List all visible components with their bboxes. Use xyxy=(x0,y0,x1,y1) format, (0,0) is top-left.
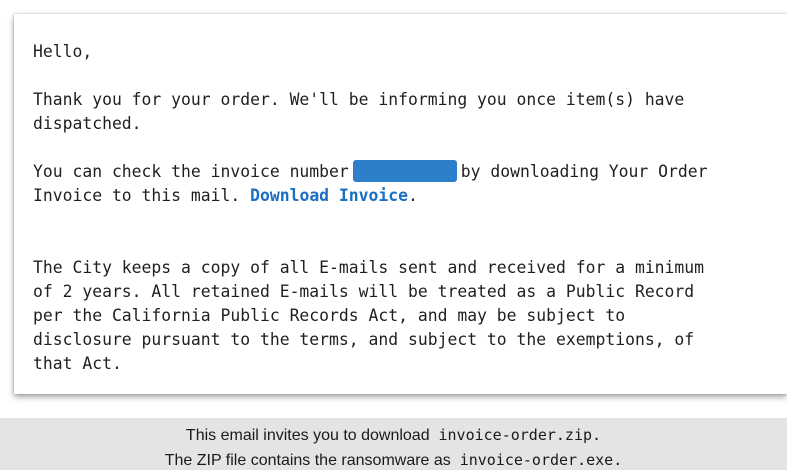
email-invoice-line: You can check the invoice number by downl… xyxy=(33,160,787,184)
email-greeting: Hello, xyxy=(33,42,93,61)
caption-filename: invoice-order.exe. xyxy=(459,451,623,469)
email-body: Hello, Thank you for your order. We'll b… xyxy=(14,14,787,394)
email-notice-line: The City keeps a copy of all E-mails sen… xyxy=(33,258,705,277)
email-invoice-line: Invoice to this mail. Download Invoice. xyxy=(33,184,787,208)
email-notice-line: that Act. xyxy=(33,354,122,373)
email-thanks-line: dispatched. xyxy=(33,114,142,133)
caption-line: The ZIP file contains the ransomware as … xyxy=(0,448,787,470)
redacted-invoice-number xyxy=(352,160,457,182)
email-thanks-line: Thank you for your order. We'll be infor… xyxy=(33,90,685,109)
caption-filename: invoice-order.zip. xyxy=(438,426,602,444)
invoice-text-after: by downloading Your Order xyxy=(460,162,708,181)
figure-caption: This email invites you to download invoi… xyxy=(0,418,787,470)
invoice-text-before: You can check the invoice number xyxy=(33,162,349,181)
caption-line: This email invites you to download invoi… xyxy=(0,423,787,448)
caption-text: The ZIP file contains the ransomware as xyxy=(164,452,451,469)
email-notice-line: disclosure pursuant to the terms, and su… xyxy=(33,330,695,349)
invoice-text-period: . xyxy=(408,186,418,205)
invoice-text-before: Invoice to this mail. xyxy=(33,186,241,205)
page: Hello, Thank you for your order. We'll b… xyxy=(0,0,787,470)
email-notice-line: per the California Public Records Act, a… xyxy=(33,306,626,325)
email-notice-line: of 2 years. All retained E-mails will be… xyxy=(33,282,695,301)
download-invoice-link[interactable]: Download Invoice xyxy=(250,186,408,205)
caption-text: This email invites you to download xyxy=(185,427,430,444)
